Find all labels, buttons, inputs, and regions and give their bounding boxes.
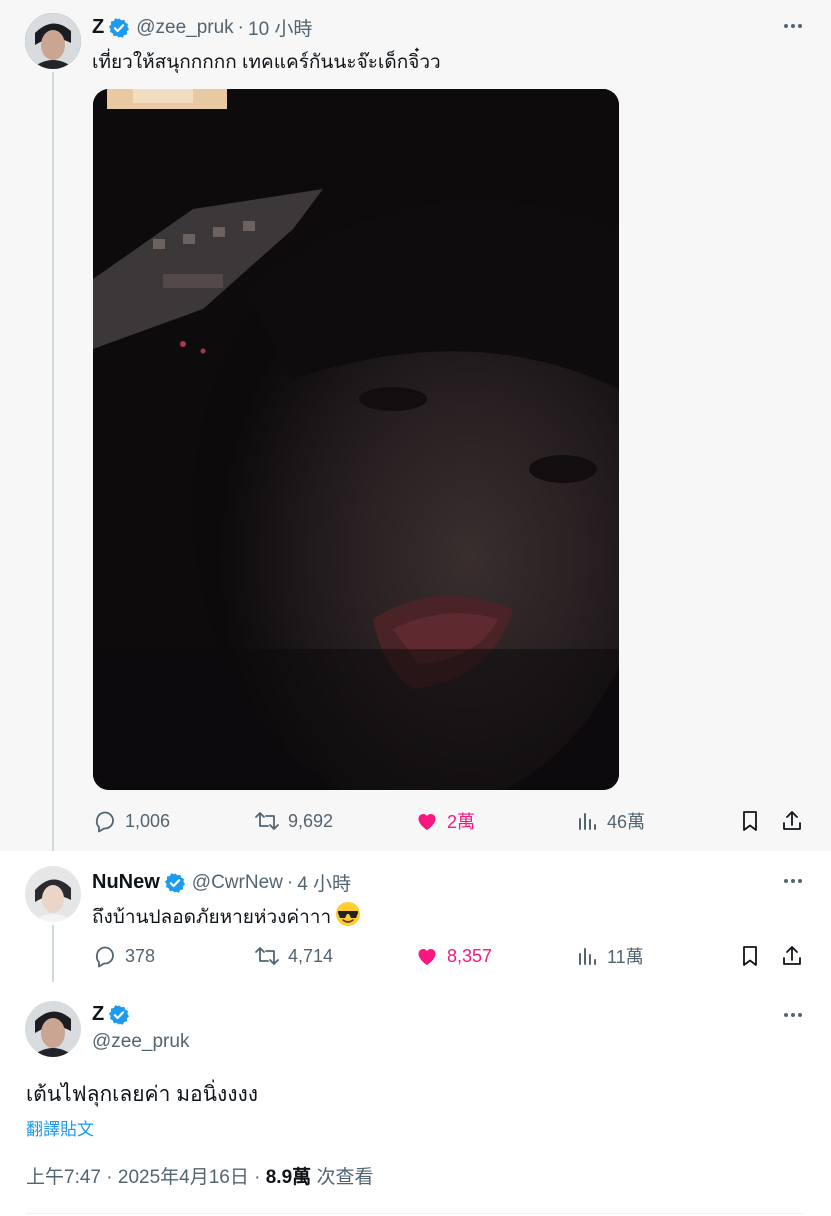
verified-badge-icon: [164, 872, 185, 893]
more-icon[interactable]: [781, 1003, 805, 1027]
like-count: 8,357: [447, 945, 493, 966]
tweet-time[interactable]: 上午7:47: [26, 1167, 101, 1188]
more-icon[interactable]: [781, 869, 805, 893]
author-name[interactable]: Z: [92, 16, 104, 39]
share-icon[interactable]: [780, 944, 804, 968]
reply-button[interactable]: 378: [93, 941, 155, 971]
reply-count: 1,006: [125, 810, 171, 831]
author-handle[interactable]: @zee_pruk: [136, 17, 233, 39]
tweet-text: เที่ยวให้สนุกกกกก เทคแคร์กันนะจ๊ะเด็กจิ๋…: [92, 52, 441, 73]
views-count: 11萬: [607, 947, 644, 967]
tweet-actions: 378 4,714 8,357 11萬: [93, 941, 805, 971]
separator: ·: [106, 1167, 113, 1188]
reply-icon: [95, 811, 114, 833]
translate-link[interactable]: 翻譯貼文: [26, 1115, 94, 1140]
retweet-count: 4,714: [288, 945, 334, 966]
views-count: 8.9萬: [265, 1167, 312, 1188]
tweet-date[interactable]: 2025年4月16日: [118, 1167, 249, 1188]
like-button[interactable]: 2萬: [415, 806, 475, 836]
like-count: 2萬: [447, 812, 476, 832]
retweet-count: 9,692: [288, 810, 334, 831]
main-tweet: Z @zee_pruk เต้นไฟลุกเลยค่า มอนิ่งงงง 翻譯…: [0, 982, 831, 1216]
separator: ·: [254, 1167, 261, 1188]
views-button[interactable]: 46萬: [577, 806, 645, 836]
tweet-nunew[interactable]: NuNew @CwrNew · 4 小時 ถึงบ้านปลอดภัยหายห่…: [0, 851, 831, 982]
reply-count: 378: [125, 945, 156, 966]
share-icon[interactable]: [780, 809, 804, 833]
retweet-button[interactable]: 9,692: [254, 806, 333, 836]
analytics-icon: [579, 948, 596, 965]
heart-icon: [418, 814, 436, 830]
tweet-text: ถึงบ้านปลอดภัยหายห่วงค่าาา: [92, 907, 332, 928]
bookmark-icon[interactable]: [738, 944, 762, 968]
like-button[interactable]: 8,357: [415, 941, 492, 971]
author-name[interactable]: Z: [92, 1003, 104, 1026]
tweet-time[interactable]: 10 小時: [248, 14, 312, 41]
views-label: 次查看: [316, 1167, 374, 1188]
timeline: Z @zee_pruk · 10 小時 เที่ยวให้สนุกกกกก เท…: [0, 0, 831, 1216]
author-handle[interactable]: @CwrNew: [192, 872, 283, 894]
retweet-icon: [255, 947, 279, 965]
tweet-meta: 上午7:47 · 2025年4月16日 · 8.9萬 次查看: [26, 1162, 373, 1189]
more-icon[interactable]: [781, 14, 805, 38]
bookmark-icon[interactable]: [738, 809, 762, 833]
retweet-button[interactable]: 4,714: [254, 941, 333, 971]
tweet-zee[interactable]: Z @zee_pruk · 10 小時 เที่ยวให้สนุกกกกก เท…: [0, 0, 831, 851]
views-count: 46萬: [607, 812, 646, 832]
verified-badge-icon: [109, 17, 130, 38]
avatar[interactable]: [25, 1001, 81, 1057]
separator: ·: [286, 871, 294, 893]
views-button[interactable]: 11萬: [577, 941, 644, 971]
tweet-text: เต้นไฟลุกเลยค่า มอนิ่งงงง: [26, 1083, 259, 1106]
heart-icon: [418, 949, 436, 965]
avatar[interactable]: [25, 13, 81, 69]
thread-line: [52, 72, 54, 851]
tweet-time[interactable]: 4 小時: [297, 869, 351, 896]
sunglasses-emoji: [336, 902, 361, 926]
tweet-video[interactable]: [93, 89, 619, 790]
retweet-icon: [255, 812, 279, 830]
reply-button[interactable]: 1,006: [93, 806, 170, 836]
verified-badge-icon: [109, 1004, 130, 1025]
analytics-icon: [579, 813, 596, 830]
tweet-actions: 1,006 9,692 2萬 46萬: [93, 806, 805, 836]
author-name[interactable]: NuNew: [92, 871, 160, 894]
author-handle[interactable]: @zee_pruk: [92, 1031, 189, 1053]
divider: [26, 1213, 805, 1214]
reply-icon: [95, 946, 114, 968]
avatar[interactable]: [25, 866, 81, 922]
separator: ·: [237, 16, 244, 38]
thread-line: [52, 925, 54, 982]
